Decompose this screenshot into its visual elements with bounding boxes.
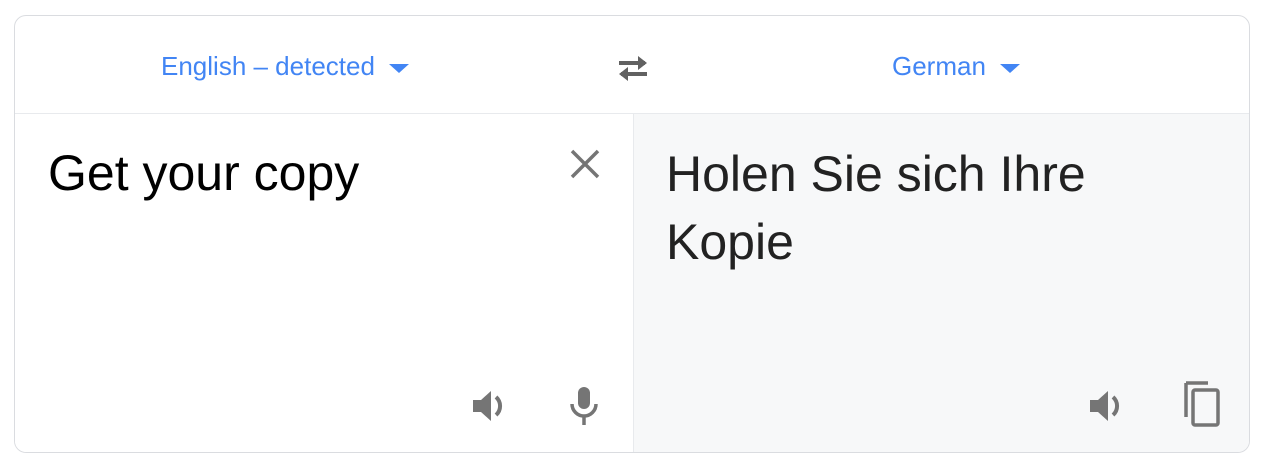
translate-widget: English – detected German Get your copy — [14, 15, 1250, 453]
close-icon — [570, 149, 600, 179]
source-language-label: English – detected — [161, 50, 375, 81]
chevron-down-icon — [388, 63, 409, 73]
target-language-selector[interactable]: German — [892, 50, 1020, 82]
swap-arrows-icon — [619, 56, 647, 81]
copy-icon — [1184, 381, 1220, 427]
speaker-icon — [473, 391, 503, 421]
speaker-icon — [1090, 391, 1120, 421]
copy-translation-button[interactable] — [1178, 380, 1226, 428]
target-pane: Holen Sie sich Ihre Kopie — [634, 114, 1249, 452]
target-language-label: German — [892, 50, 986, 81]
source-text-input[interactable]: Get your copy — [48, 140, 528, 206]
clear-source-button[interactable] — [563, 142, 607, 186]
listen-translation-button[interactable] — [1082, 382, 1130, 430]
language-bar: English – detected German — [15, 16, 1249, 114]
chevron-down-icon — [999, 63, 1020, 73]
swap-languages-button[interactable] — [611, 50, 655, 86]
listen-source-button[interactable] — [465, 382, 513, 430]
voice-input-button[interactable] — [560, 382, 608, 430]
translated-text: Holen Sie sich Ihre Kopie — [666, 146, 1086, 270]
source-pane: Get your copy — [15, 114, 634, 452]
microphone-icon — [570, 387, 598, 425]
source-language-selector[interactable]: English – detected — [161, 50, 409, 82]
